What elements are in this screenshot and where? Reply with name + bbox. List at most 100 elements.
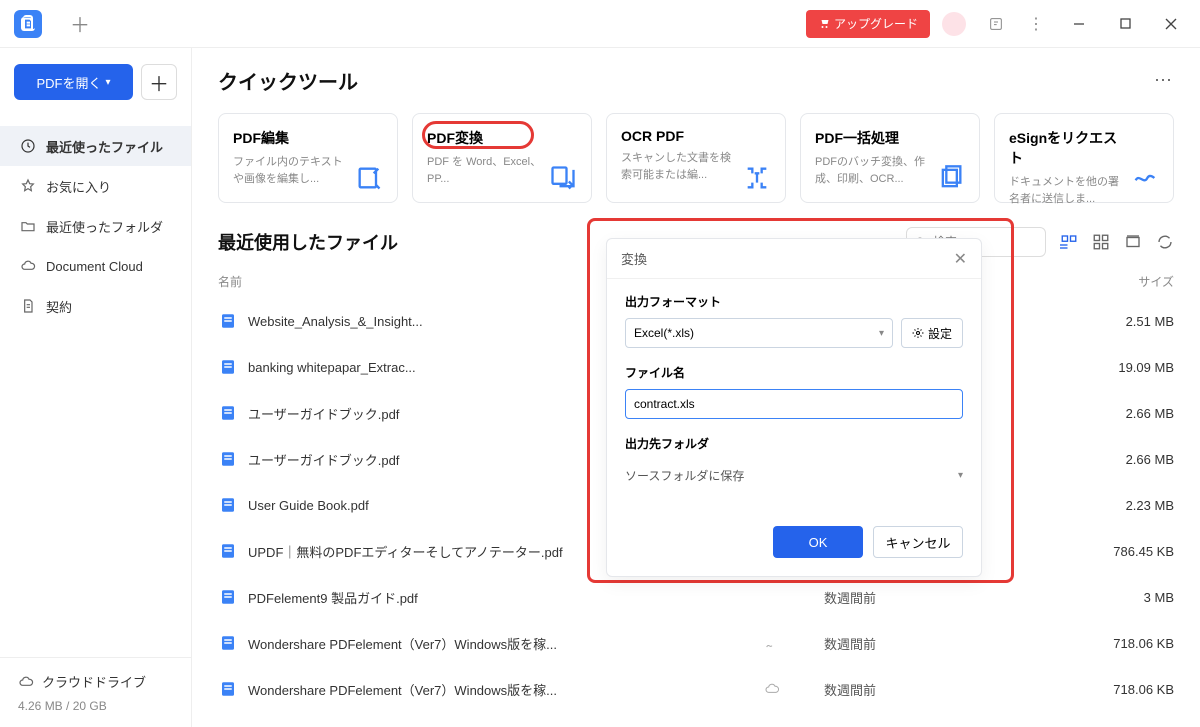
- file-cloud-icon: [764, 681, 824, 697]
- tool-card-icon: [743, 164, 771, 192]
- file-row[interactable]: PDFelement9 製品ガイド.pdf 数週間前 3 MB: [218, 574, 1174, 620]
- tool-card-desc: ファイル内のテキストや画像を編集し...: [233, 154, 353, 187]
- sidebar-item-recent-files[interactable]: 最近使ったファイル: [0, 126, 191, 166]
- pdf-file-icon: [218, 357, 238, 377]
- sidebar-item-label: Document Cloud: [46, 259, 143, 274]
- chevron-down-icon: ▾: [879, 328, 884, 339]
- pdf-file-icon: [218, 633, 238, 653]
- main-content: クイックツール ⋯ PDF編集 ファイル内のテキストや画像を編集し... PDF…: [192, 48, 1200, 727]
- pdf-file-icon: [218, 495, 238, 515]
- folder-value: ソースフォルダに保存: [625, 467, 744, 484]
- sort-icon[interactable]: [1124, 233, 1142, 251]
- kebab-icon[interactable]: ⋮: [1018, 6, 1054, 42]
- sidebar-item-document-cloud[interactable]: Document Cloud: [0, 246, 191, 286]
- file-size: 3 MB: [1074, 590, 1174, 605]
- folder-icon: [20, 218, 36, 234]
- file-size: 19.09 MB: [1074, 360, 1174, 375]
- pdf-file-icon: [218, 541, 238, 561]
- cloud-icon: [20, 258, 36, 274]
- sidebar-item-label: お気に入り: [46, 177, 111, 196]
- file-size: 2.23 MB: [1074, 498, 1174, 513]
- open-pdf-label: PDFを開く: [36, 73, 101, 92]
- cart-icon: [818, 18, 830, 30]
- cloud-drive-label: クラウドドライブ: [42, 672, 146, 691]
- new-tab-button[interactable]: ＋: [66, 10, 94, 38]
- file-row[interactable]: Wondershare PDFelement（Ver7）Windows版を稼..…: [218, 620, 1174, 666]
- sidebar-item-label: 最近使ったフォルダ: [46, 217, 163, 236]
- dialog-ok-button[interactable]: OK: [773, 526, 863, 558]
- tool-card-icon: [937, 164, 965, 192]
- sidebar-item-recent-folders[interactable]: 最近使ったフォルダ: [0, 206, 191, 246]
- titlebar: ＋ アップグレード ⋮: [0, 0, 1200, 48]
- notes-icon[interactable]: [978, 6, 1014, 42]
- tool-card[interactable]: eSignをリクエスト ドキュメントを他の署名者に送信しま...: [994, 113, 1174, 203]
- file-cloud-icon: [764, 635, 824, 651]
- more-icon[interactable]: ⋯: [1154, 70, 1174, 91]
- tool-card-icon: [355, 164, 383, 192]
- dialog-settings-button[interactable]: 設定: [901, 318, 963, 348]
- folder-select[interactable]: ソースフォルダに保存 ▾: [625, 460, 963, 490]
- file-date: 数週間前: [824, 680, 1074, 699]
- open-pdf-button[interactable]: PDFを開く ▾: [14, 64, 133, 100]
- file-size: 786.45 KB: [1074, 544, 1174, 559]
- tool-card-desc: PDFのバッチ変換、作成、印刷、OCR...: [815, 154, 935, 187]
- star-icon: [20, 178, 36, 194]
- tool-card[interactable]: PDF一括処理 PDFのバッチ変換、作成、印刷、OCR...: [800, 113, 980, 203]
- file-date: 数週間前: [824, 588, 1074, 607]
- file-name: Wondershare PDFelement（Ver7）Windows版を稼..…: [248, 680, 764, 699]
- list-view-icon[interactable]: [1060, 233, 1078, 251]
- file-name: Wondershare PDFelement（Ver7）Windows版を稼..…: [248, 634, 764, 653]
- tool-card-icon: [1131, 164, 1159, 192]
- tool-card-desc: スキャンした文書を検索可能または編...: [621, 150, 741, 183]
- pdf-file-icon: [218, 311, 238, 331]
- format-value: Excel(*.xls): [634, 326, 694, 340]
- file-size: 718.06 KB: [1074, 682, 1174, 697]
- file-name: PDFelement9 製品ガイド.pdf: [248, 588, 764, 607]
- format-select[interactable]: Excel(*.xls) ▾: [625, 318, 893, 348]
- cloud-icon: [18, 674, 34, 690]
- grid-view-icon[interactable]: [1092, 233, 1110, 251]
- tool-card-title: PDF変換: [427, 128, 547, 148]
- sidebar-item-contract[interactable]: 契約: [0, 286, 191, 326]
- pdf-file-icon: [218, 403, 238, 423]
- convert-dialog: 変換 ✕ 出力フォーマット Excel(*.xls) ▾ 設定 ファイル名: [606, 238, 982, 577]
- upgrade-label: アップグレード: [834, 15, 918, 32]
- tool-card[interactable]: OCR PDF スキャンした文書を検索可能または編...: [606, 113, 786, 203]
- add-button[interactable]: ＋: [141, 64, 177, 100]
- minimize-button[interactable]: [1058, 6, 1100, 42]
- sidebar: PDFを開く ▾ ＋ 最近使ったファイル お気に入り 最近使ったフォルダ Doc…: [0, 48, 192, 727]
- sidebar-item-label: 契約: [46, 297, 72, 316]
- tool-card[interactable]: PDF変換 PDF を Word、Excel、PP...: [412, 113, 592, 203]
- sidebar-item-label: 最近使ったファイル: [46, 137, 163, 156]
- sidebar-item-favorites[interactable]: お気に入り: [0, 166, 191, 206]
- pdf-file-icon: [218, 449, 238, 469]
- chevron-down-icon: ▾: [105, 77, 110, 88]
- tool-card-icon: [549, 164, 577, 192]
- tool-card-title: PDF編集: [233, 128, 353, 148]
- tool-card-desc: ドキュメントを他の署名者に送信しま...: [1009, 174, 1129, 207]
- tool-card[interactable]: PDF編集 ファイル内のテキストや画像を編集し...: [218, 113, 398, 203]
- tool-card-desc: PDF を Word、Excel、PP...: [427, 154, 547, 187]
- chevron-down-icon: ▾: [958, 470, 963, 481]
- file-size: 2.51 MB: [1074, 314, 1174, 329]
- file-size: 2.66 MB: [1074, 452, 1174, 467]
- maximize-button[interactable]: [1104, 6, 1146, 42]
- file-date: 数週間前: [824, 634, 1074, 653]
- gear-icon: [912, 327, 924, 339]
- dialog-close-button[interactable]: ✕: [954, 249, 967, 269]
- refresh-icon[interactable]: [1156, 233, 1174, 251]
- filename-input[interactable]: [625, 389, 963, 419]
- cloud-drive[interactable]: クラウドドライブ: [18, 672, 173, 691]
- format-label: 出力フォーマット: [625, 293, 963, 310]
- settings-label: 設定: [928, 325, 952, 342]
- app-logo: [14, 10, 42, 38]
- file-row[interactable]: Wondershare PDFelement（Ver7）Windows版を稼..…: [218, 666, 1174, 712]
- tool-card-title: PDF一括処理: [815, 128, 935, 148]
- dialog-cancel-button[interactable]: キャンセル: [873, 526, 963, 558]
- close-button[interactable]: [1150, 6, 1192, 42]
- col-size: サイズ: [1074, 273, 1174, 290]
- document-icon: [20, 298, 36, 314]
- upgrade-button[interactable]: アップグレード: [806, 10, 930, 38]
- filename-label: ファイル名: [625, 364, 963, 381]
- user-avatar[interactable]: [942, 12, 966, 36]
